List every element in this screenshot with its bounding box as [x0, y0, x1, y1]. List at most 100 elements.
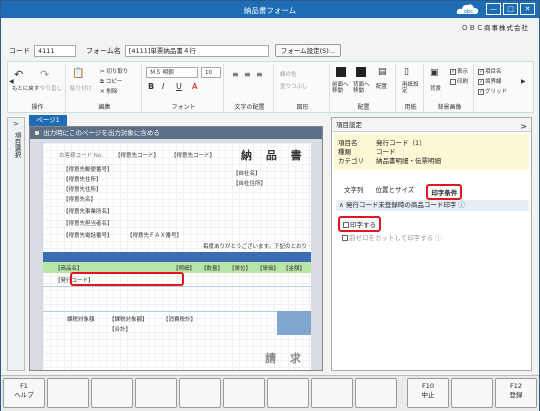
- field-tax-total[interactable]: 【課税対象額】: [109, 315, 148, 323]
- field-person[interactable]: 【得意先担当者名】: [63, 219, 113, 227]
- fkey-3[interactable]: [91, 378, 133, 408]
- delete-button[interactable]: ✕ 削除: [100, 87, 117, 95]
- shape-group-label: 図形: [296, 104, 309, 111]
- field-destination-code[interactable]: 【得意先コード】: [115, 151, 159, 159]
- fkey-2[interactable]: [47, 378, 89, 408]
- print-checkbox[interactable]: 印字する: [338, 216, 381, 232]
- field-price[interactable]: 【単価】: [257, 264, 279, 272]
- field-total[interactable]: 【合計】: [109, 325, 131, 333]
- ribbon-scroll-right-icon[interactable]: ▶: [521, 78, 526, 85]
- close-button[interactable]: ✕: [520, 3, 535, 15]
- form-settings-button[interactable]: フォーム設定(S)...: [274, 44, 341, 57]
- collapse-icon[interactable]: ∧: [339, 201, 344, 209]
- bold-button[interactable]: B: [148, 82, 154, 91]
- collapse-chevron-icon[interactable]: >: [520, 120, 527, 134]
- field-fax[interactable]: 【得意先ＦＡＸ番号】: [127, 231, 182, 239]
- field-unit[interactable]: 【単位】: [229, 264, 251, 272]
- item-settings-header: 項目設定 >: [332, 118, 531, 132]
- f1-help-button[interactable]: F1 ヘルプ: [3, 378, 45, 408]
- form-canvas[interactable]: ✓ 出力時にこのページを出力対象に含める お客様コード No. 【得意先コード】…: [29, 126, 323, 371]
- field-qty[interactable]: 【数量】: [201, 264, 223, 272]
- item-selection-strip[interactable]: > 項目選択: [7, 117, 25, 371]
- font-size-select[interactable]: 10: [201, 67, 221, 78]
- field-tax[interactable]: 【消費税計】: [163, 315, 196, 323]
- edit-group-label: 編集: [98, 104, 111, 111]
- field-postal[interactable]: 【得意先郵便番号】: [63, 165, 113, 173]
- field-dept[interactable]: 【得意先事業所名】: [63, 207, 113, 215]
- field-address1[interactable]: 【得意先住所】: [63, 175, 102, 183]
- font-name-select[interactable]: ＭＳ 明朝: [146, 67, 198, 78]
- fkey-9[interactable]: [355, 378, 397, 408]
- cut-button[interactable]: ✂ 切り取り: [100, 67, 128, 75]
- undo-button[interactable]: もとに戻す: [12, 84, 39, 92]
- underline-button[interactable]: U: [176, 82, 182, 91]
- paste-icon: 📋: [72, 68, 85, 79]
- italic-button[interactable]: I: [162, 82, 164, 91]
- ribbon-group-display: ✓ 項目名 ✓ 境界線 ✓ グリッド: [476, 64, 516, 112]
- form-title[interactable]: 納 品 書: [241, 147, 307, 163]
- undo-icon: ↶: [14, 68, 24, 81]
- font-color-icon[interactable]: A: [192, 82, 197, 91]
- bg-show-checkbox[interactable]: ✓ 表示: [450, 67, 468, 75]
- field-sender-code[interactable]: 【得意先コード】: [171, 151, 215, 159]
- page-include-checkbox[interactable]: ✓: [34, 130, 40, 136]
- field-product-name[interactable]: 【商品名】: [55, 264, 83, 272]
- fkey-7[interactable]: [267, 378, 309, 408]
- minimize-button[interactable]: —: [486, 3, 501, 15]
- item-name-checkbox[interactable]: ✓ 項目名: [478, 67, 502, 75]
- line-color-button[interactable]: 線の色: [280, 70, 297, 78]
- field-own-address[interactable]: 【自社住所】: [233, 179, 266, 187]
- form-name-input[interactable]: [4111]単票納品書４行: [124, 44, 269, 57]
- receipt-title: 請 求: [265, 352, 306, 365]
- field-address2[interactable]: 【得意先住所】: [63, 185, 102, 193]
- tab-print-condition[interactable]: 印字条件: [426, 184, 463, 200]
- send-back-icon: [356, 67, 366, 77]
- grid-checkbox[interactable]: ✓ グリッド: [478, 87, 507, 95]
- zero-cut-checkbox[interactable]: 前ゼロをカットして印字する ⓘ: [342, 232, 442, 242]
- bg-print-checkbox[interactable]: 印刷: [450, 77, 468, 85]
- fkey-8[interactable]: [311, 378, 353, 408]
- info-icon[interactable]: ⓘ: [458, 201, 465, 209]
- tab-text[interactable]: 文字列: [344, 184, 364, 200]
- field-name[interactable]: 【得意先名】: [63, 195, 96, 203]
- app-window: 納品書フォーム obc — □ ✕ ＯＢＣ商事株式会社 コード 4111 フォー…: [0, 0, 540, 411]
- bring-front-button[interactable]: 前面へ移動: [332, 82, 352, 94]
- fkey-4[interactable]: [135, 378, 177, 408]
- field-detail[interactable]: 【明細】: [173, 264, 195, 272]
- fkey-11[interactable]: [451, 378, 493, 408]
- form-paper[interactable]: お客様コード No. 【得意先コード】 【得意先コード】 納 品 書 【得意先郵…: [43, 143, 311, 370]
- item-selection-label: 項目選択: [13, 132, 21, 158]
- cloud-logo-icon: obc: [456, 4, 479, 15]
- checkbox-checked-icon: ✓: [478, 78, 484, 85]
- redo-button[interactable]: やり直し: [40, 84, 62, 92]
- tab-position-size[interactable]: 位置とサイズ: [376, 184, 415, 200]
- copy-button[interactable]: ⧉ コピー: [100, 77, 122, 86]
- align-left-icon[interactable]: ≡: [232, 70, 239, 79]
- background-button[interactable]: 背景: [430, 84, 441, 92]
- maximize-button[interactable]: □: [503, 3, 518, 15]
- fkey-6[interactable]: [223, 378, 265, 408]
- svg-text:obc: obc: [464, 9, 473, 15]
- align-center-icon[interactable]: ≡: [244, 70, 251, 79]
- field-own-name[interactable]: 【自社名】: [233, 169, 261, 177]
- paste-button[interactable]: 貼り付け: [70, 84, 92, 92]
- function-key-bar: F1 ヘルプ F10 中止 F12 登録: [1, 375, 539, 411]
- code-input[interactable]: 4111: [34, 44, 76, 57]
- send-back-button[interactable]: 背面へ移動: [353, 82, 373, 94]
- field-phone[interactable]: 【得意先電話番号】: [63, 231, 113, 239]
- ribbon-scroll-left-icon[interactable]: ◀: [9, 78, 14, 85]
- paper-settings-button[interactable]: 用紙設定: [402, 82, 420, 94]
- field-amount[interactable]: 【金額】: [283, 264, 305, 272]
- fill-color-button[interactable]: 塗りつぶし: [280, 82, 308, 90]
- expand-chevron-icon[interactable]: >: [13, 120, 19, 128]
- f10-cancel-button[interactable]: F10 中止: [407, 378, 449, 408]
- info-icon[interactable]: ⓘ: [435, 234, 442, 242]
- align-right-icon[interactable]: ≡: [256, 70, 263, 79]
- tab-page-1[interactable]: ページ1: [29, 115, 67, 126]
- border-checkbox[interactable]: ✓ 境界線: [478, 77, 502, 85]
- align-objects-button[interactable]: 配置: [376, 82, 387, 90]
- f12-register-button[interactable]: F12 登録: [495, 378, 537, 408]
- settings-tabs: 文字列 位置とサイズ 印字条件: [344, 184, 463, 200]
- ribbon-group-ops: ↶ もとに戻す ↷ やり直し 操作: [10, 64, 66, 112]
- fkey-5[interactable]: [179, 378, 221, 408]
